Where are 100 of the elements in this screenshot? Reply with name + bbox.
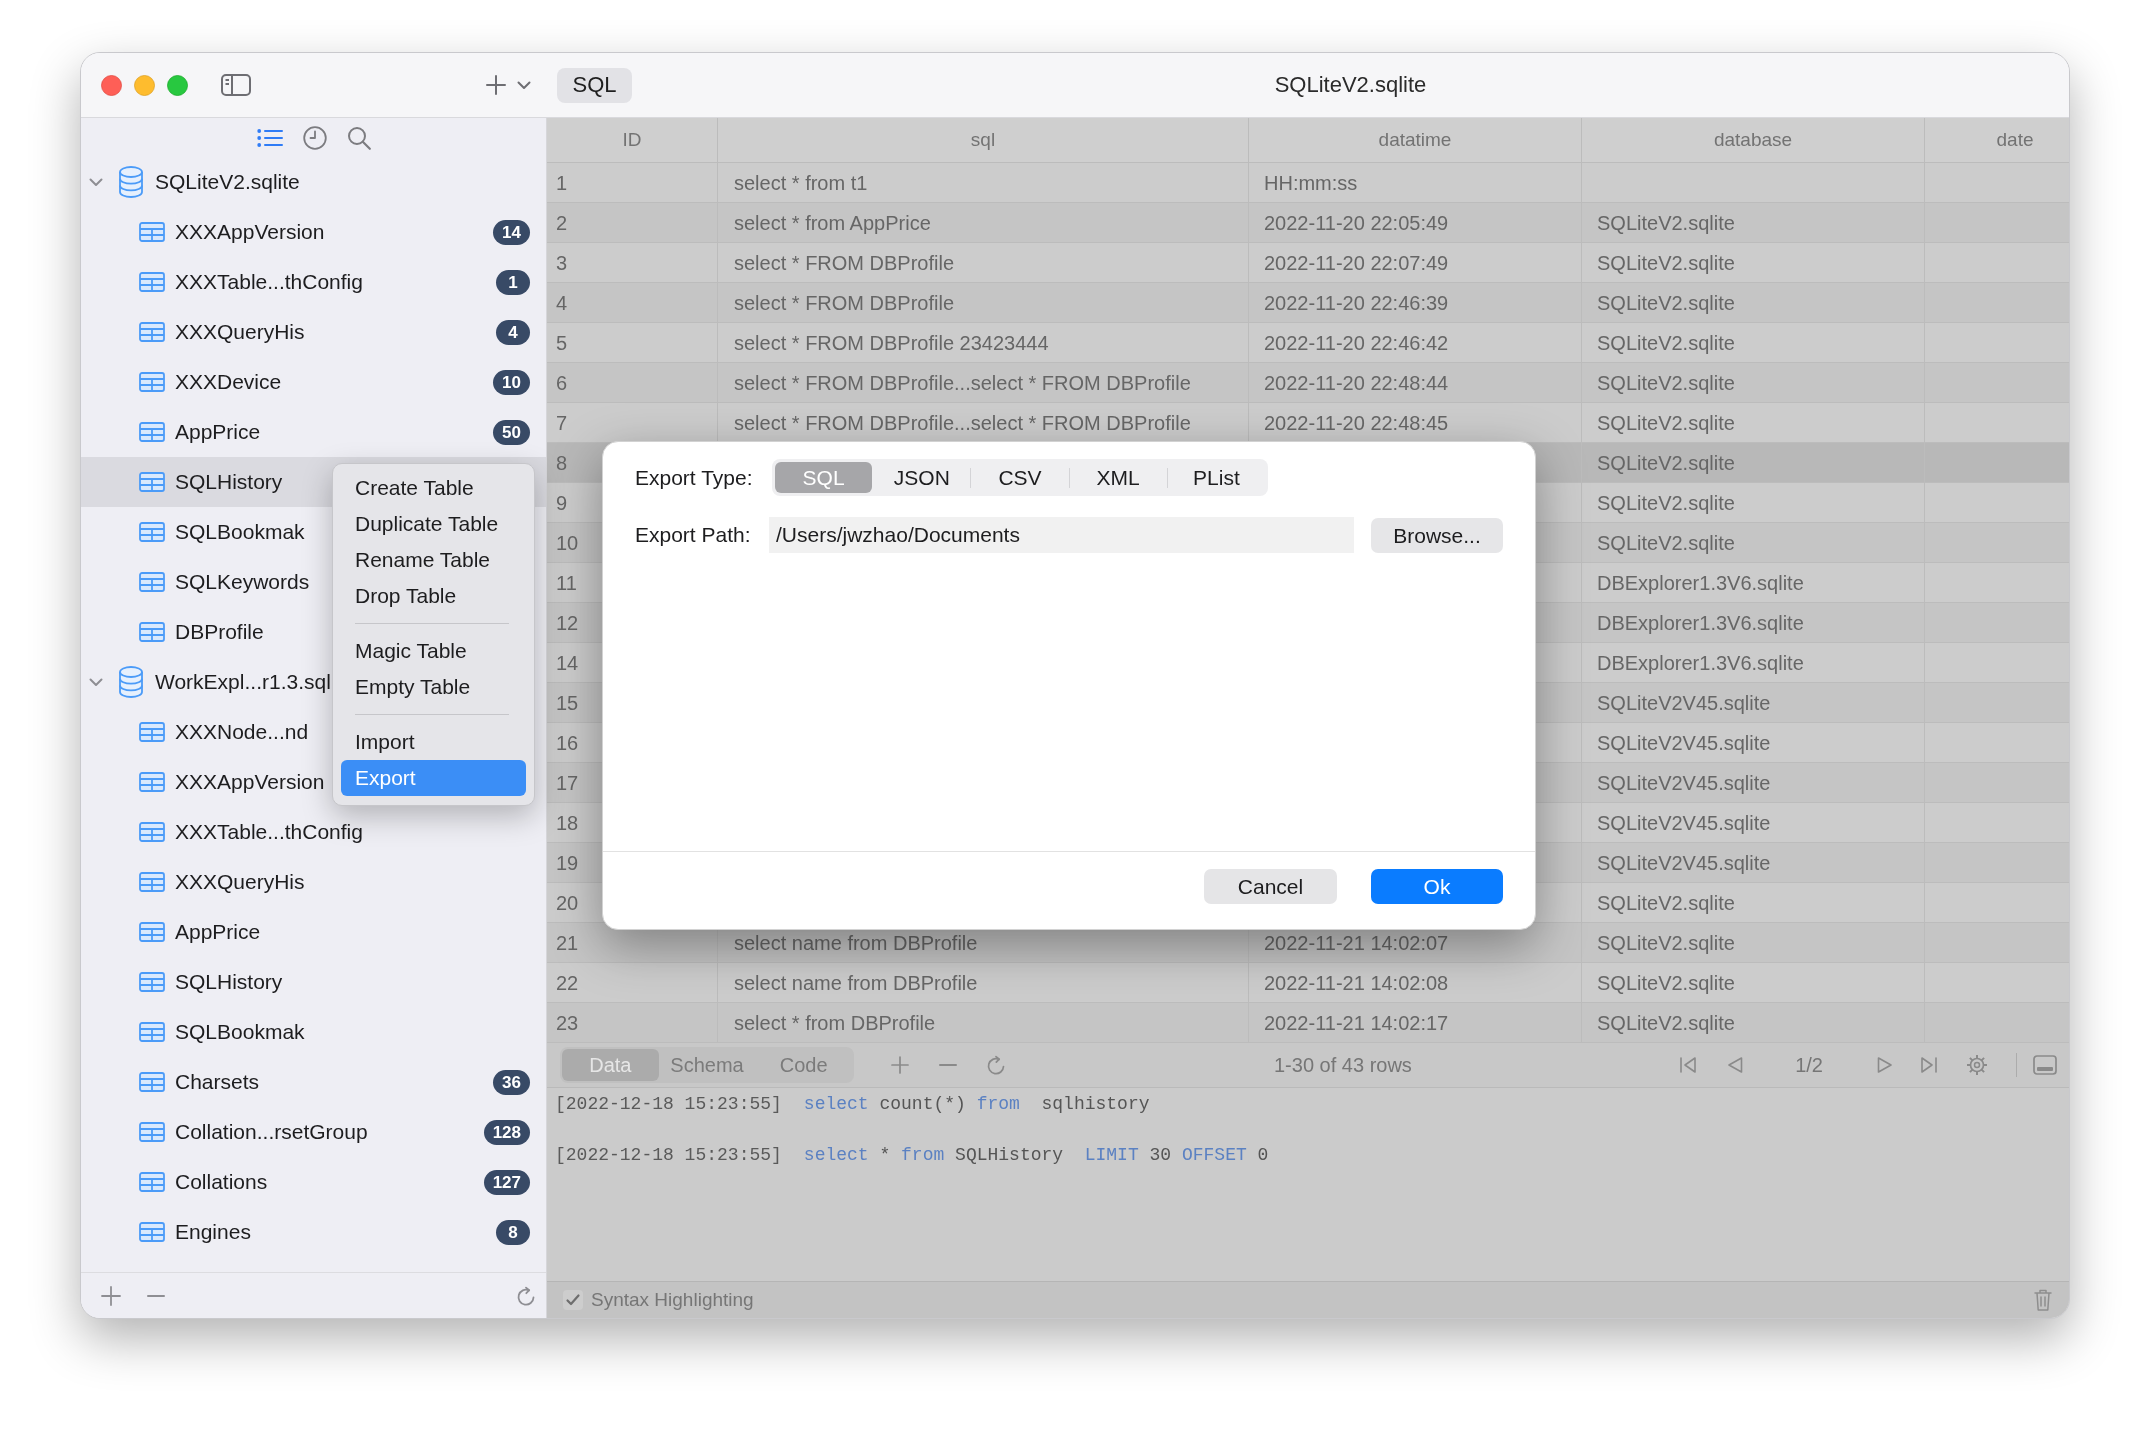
count-badge: 1 xyxy=(496,269,530,295)
table-cell: 2022-11-20 22:48:44 xyxy=(1249,363,1582,402)
table-cell: SQLiteV2.sqlite xyxy=(1582,523,1925,562)
table-item[interactable]: SQLHistory xyxy=(139,969,283,995)
table-cell: SQLiteV2.sqlite xyxy=(1582,963,1925,1002)
zoom-icon[interactable] xyxy=(167,74,188,96)
table-icon xyxy=(139,222,165,242)
export-path-field[interactable]: /Users/jwzhao/Documents xyxy=(769,517,1354,553)
chevron-down-icon[interactable] xyxy=(89,677,103,687)
menu-item[interactable]: Drop Table xyxy=(341,578,526,614)
menu-item[interactable]: Duplicate Table xyxy=(341,506,526,542)
clock-icon[interactable] xyxy=(302,125,327,150)
chevron-down-icon[interactable] xyxy=(517,80,531,90)
table-item[interactable]: XXXAppVersion xyxy=(139,219,325,245)
search-icon[interactable] xyxy=(346,125,371,150)
table-icon xyxy=(139,572,165,592)
export-type-option[interactable]: CSV xyxy=(971,462,1069,493)
export-type-option[interactable]: JSON xyxy=(873,462,971,493)
table-cell: SQLiteV2.sqlite xyxy=(1582,203,1925,242)
cancel-button[interactable]: Cancel xyxy=(1204,869,1337,904)
table-row[interactable]: 7 select * FROM DBProfile...select * FROM DBProfile 2022-11-20 22:48:45 SQLiteV2.sqlite xyxy=(547,403,2069,443)
table-icon xyxy=(139,972,165,992)
first-page-icon[interactable] xyxy=(1679,1056,1698,1074)
table-item[interactable]: Collations xyxy=(139,1169,268,1195)
plus-icon[interactable] xyxy=(486,75,506,95)
browse-button[interactable]: Browse... xyxy=(1371,517,1503,553)
refresh-icon[interactable] xyxy=(516,1284,536,1307)
previous-page-icon[interactable] xyxy=(1727,1056,1744,1074)
settings-icon[interactable] xyxy=(1966,1054,1988,1076)
refresh-icon[interactable] xyxy=(986,1054,1006,1076)
table-item[interactable]: SQLKeywords xyxy=(139,569,310,595)
count-badge: 127 xyxy=(483,1169,530,1195)
table-item[interactable]: Engines xyxy=(139,1219,251,1245)
table-cell: SQLiteV2.sqlite xyxy=(1582,403,1925,442)
table-item[interactable]: SQLBookmak xyxy=(139,519,305,545)
minus-icon[interactable] xyxy=(147,1294,165,1297)
table-cell: SQLiteV2V45.sqlite xyxy=(1582,683,1925,722)
table-icon xyxy=(139,322,165,342)
plus-icon[interactable] xyxy=(101,1285,121,1306)
table-cell: 2022-11-21 14:02:17 xyxy=(1249,1003,1582,1042)
count-badge: 36 xyxy=(493,1069,530,1095)
table-row[interactable]: 5 select * FROM DBProfile 23423444 2022-11-20 22:46:42 SQLiteV2.sqlite xyxy=(547,323,2069,363)
menu-item[interactable]: Empty Table xyxy=(341,669,526,705)
table-icon xyxy=(139,422,165,442)
table-item[interactable]: Charsets xyxy=(139,1069,260,1095)
menu-item[interactable]: Import xyxy=(341,724,526,760)
sidebar-toggle-icon[interactable] xyxy=(221,74,251,96)
table-cell: SQLiteV2.sqlite xyxy=(1582,1003,1925,1042)
export-type-option[interactable]: PList xyxy=(1167,462,1265,493)
table-row[interactable]: 1 select * from t1 HH:mm:ss xyxy=(547,163,2069,203)
table-cell: 2022-11-20 22:05:49 xyxy=(1249,203,1582,242)
table-item[interactable]: AppPrice xyxy=(139,919,261,945)
menu-item[interactable]: Rename Table xyxy=(341,542,526,578)
table-cell: 1 xyxy=(547,163,718,202)
table-cell: SQLiteV2.sqlite xyxy=(1582,323,1925,362)
minimize-icon[interactable] xyxy=(134,74,155,96)
table-item[interactable]: SQLHistory xyxy=(139,469,283,495)
table-icon xyxy=(139,1172,165,1192)
ok-button[interactable]: Ok xyxy=(1371,869,1503,904)
table-item[interactable]: XXXQueryHis xyxy=(139,319,305,345)
table-row[interactable]: 3 select * FROM DBProfile 2022-11-20 22:07:49 SQLiteV2.sqlite xyxy=(547,243,2069,283)
list-icon[interactable] xyxy=(256,127,283,148)
export-type-option[interactable]: XML xyxy=(1069,462,1167,493)
menu-item[interactable]: Magic Table xyxy=(341,633,526,669)
table-item[interactable]: XXXTable...thConfig xyxy=(139,819,363,845)
table-icon xyxy=(139,272,165,292)
chevron-down-icon[interactable] xyxy=(89,177,103,187)
table-item[interactable]: XXXNode...nd xyxy=(139,719,309,745)
table-item[interactable]: XXXDevice xyxy=(139,369,282,395)
table-item[interactable]: Collation...rsetGroup xyxy=(139,1119,368,1145)
table-cell: select * FROM DBProfile...select * FROM DBProfile xyxy=(718,363,1249,402)
table-cell: DBExplorer1.3V6.sqlite xyxy=(1582,643,1925,682)
table-cell: select * from DBProfile xyxy=(718,1003,1249,1042)
count-badge: 50 xyxy=(493,419,530,445)
close-icon[interactable] xyxy=(101,74,122,96)
table-item[interactable]: XXXQueryHis xyxy=(139,869,305,895)
table-cell: HH:mm:ss xyxy=(1249,163,1582,202)
table-cell: 22 xyxy=(547,963,718,1002)
last-page-icon[interactable] xyxy=(1920,1056,1938,1074)
table-item[interactable]: AppPrice xyxy=(139,419,261,445)
table-item[interactable]: XXXTable...thConfig xyxy=(139,269,363,295)
table-item[interactable]: DBProfile xyxy=(139,619,264,645)
sql-button[interactable]: SQL xyxy=(557,67,632,103)
panel-toggle-icon[interactable] xyxy=(2033,1055,2057,1075)
database-icon xyxy=(119,666,143,698)
trash-icon[interactable] xyxy=(2033,1288,2053,1312)
table-icon xyxy=(139,522,165,542)
next-page-icon[interactable] xyxy=(1877,1056,1893,1074)
table-cell: SQLiteV2V45.sqlite xyxy=(1582,763,1925,802)
table-cell: select * FROM DBProfile xyxy=(718,243,1249,282)
database-item[interactable]: WorkExpl...r1.3.sql xyxy=(119,666,331,698)
table-row[interactable]: 22 select name from DBProfile 2022-11-21 14:02:08 SQLiteV2.sqlite xyxy=(547,963,2069,1003)
database-item[interactable]: SQLiteV2.sqlite xyxy=(119,166,300,198)
table-cell: 23 xyxy=(547,1003,718,1042)
table-icon xyxy=(139,872,165,892)
table-item[interactable]: XXXAppVersion xyxy=(139,769,325,795)
table-icon xyxy=(139,622,165,642)
table-item[interactable]: SQLBookmak xyxy=(139,1019,305,1045)
menu-item[interactable]: Create Table xyxy=(341,470,526,506)
table-icon xyxy=(139,1072,165,1092)
